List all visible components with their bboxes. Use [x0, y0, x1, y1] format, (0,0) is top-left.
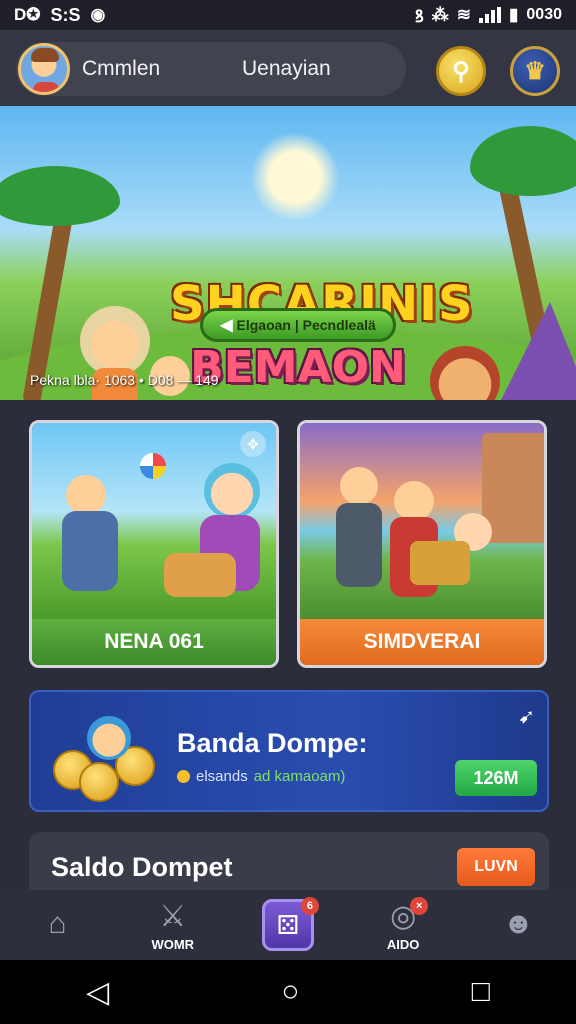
notification-badge: ×	[410, 897, 429, 915]
nav-profile[interactable]: ☻	[473, 893, 563, 957]
back-icon[interactable]: ◁	[86, 975, 109, 1010]
treasure-chest	[410, 541, 470, 585]
status-time: 0030	[526, 6, 562, 23]
character-pirate-body	[336, 503, 382, 587]
banner-sun	[250, 132, 340, 222]
nav-battle[interactable]: ⚔ WOMR	[128, 893, 218, 957]
notification-icon: ◉	[90, 5, 106, 24]
coin-icon	[177, 770, 190, 783]
arrow-left-icon: ◀	[220, 317, 233, 334]
profile-icon: ☻	[502, 907, 535, 940]
hero-banner[interactable]: SHCARINIS BEMAON ◀ Elgaoan | Pecndlealä …	[0, 106, 576, 400]
notification-badge: 6	[300, 897, 319, 915]
coins-illustration	[53, 710, 163, 802]
profile-name: Cmmlen	[82, 57, 161, 80]
game-card-label: NENA 061	[32, 619, 276, 665]
character-pirate	[340, 467, 378, 505]
coin	[79, 762, 119, 802]
wallet-amount-button[interactable]: 126M	[455, 760, 537, 796]
avatar[interactable]	[18, 43, 70, 95]
battery-icon: ▮	[509, 5, 519, 24]
search-icon: ⚲	[452, 57, 470, 85]
banner-caption: Pekna lbla· 1063 • D08 — 149	[30, 372, 219, 388]
trophy-icon: ♛	[524, 57, 546, 85]
game-card-art	[300, 423, 544, 619]
profile-pill[interactable]: Cmmlen Uenayian	[16, 42, 406, 96]
character-hero	[394, 481, 434, 521]
nav-label: WOMR	[151, 936, 195, 952]
game-card[interactable]: SIMDVERAI	[297, 420, 547, 668]
app-header: Cmmlen Uenayian ⚲ ♛	[0, 30, 576, 106]
nav-label: AIDO	[386, 936, 420, 952]
status-bar: D✪ S:S ◉ ꝸ ⁂ ≋ ▮ 0030	[0, 0, 576, 30]
home-circle-icon[interactable]: ○	[281, 975, 299, 1009]
wifi-icon: ≋	[456, 5, 472, 24]
character-body	[62, 511, 118, 591]
banner-cta-button[interactable]: ◀ Elgaoan | Pecndlealä	[200, 308, 396, 342]
vibrate-icon: ꝸ	[414, 6, 424, 26]
character-girl	[204, 463, 260, 519]
nav-aido[interactable]: ◎ × AIDO	[358, 893, 448, 957]
search-button[interactable]: ⚲	[436, 46, 486, 96]
profile-subtitle: Uenayian	[242, 57, 331, 80]
nav-games[interactable]: ⚄ 6	[243, 893, 333, 957]
sword-icon: ⚔	[159, 899, 187, 933]
wallet-banner[interactable]: Banda Dompe: elsands ad kamaoam) 126M ➹	[29, 690, 549, 812]
favorite-icon[interactable]: ✥	[240, 431, 266, 457]
home-icon: ⌂	[48, 907, 67, 940]
app-logo-icon: D✪	[14, 5, 41, 24]
house	[482, 433, 544, 543]
status-left-text: S:S	[50, 4, 81, 25]
system-nav-bar: ◁ ○ □	[0, 960, 576, 1024]
banner-cta-label: Elgaoan | Pecndlealä	[236, 317, 376, 333]
wallet-sub-text: elsands	[196, 768, 248, 785]
saldo-button[interactable]: LUVN	[457, 848, 535, 886]
banner-subtitle: BEMAON	[190, 342, 406, 393]
palm-leaves	[470, 126, 576, 196]
character-mascot	[87, 716, 131, 760]
game-card[interactable]: ✥ NENA 061	[29, 420, 279, 668]
ball-icon	[140, 453, 166, 479]
palm-leaves	[0, 166, 120, 226]
wallet-subtitle: elsands ad kamaoam)	[177, 768, 345, 785]
nav-home[interactable]: ⌂	[13, 893, 103, 957]
game-card-label: SIMDVERAI	[300, 619, 544, 665]
cart	[164, 553, 236, 597]
recents-icon[interactable]: □	[472, 975, 490, 1009]
wallet-title: Banda Dompe:	[177, 728, 368, 758]
game-card-art	[32, 423, 276, 619]
bottom-nav: ⌂ ⚔ WOMR ⚄ 6 ◎ × AIDO ☻	[0, 890, 576, 960]
banner-tent	[500, 302, 576, 400]
character-explorer	[66, 475, 106, 515]
trophy-button[interactable]: ♛	[510, 46, 560, 96]
alarm-icon: ⁂	[431, 5, 449, 24]
send-icon[interactable]: ➹	[518, 704, 535, 729]
character-explorer	[80, 306, 150, 376]
saldo-title: Saldo Dompet	[51, 852, 233, 882]
signal-icon	[479, 7, 502, 23]
wallet-sub-highlight: ad kamaoam)	[253, 768, 346, 785]
